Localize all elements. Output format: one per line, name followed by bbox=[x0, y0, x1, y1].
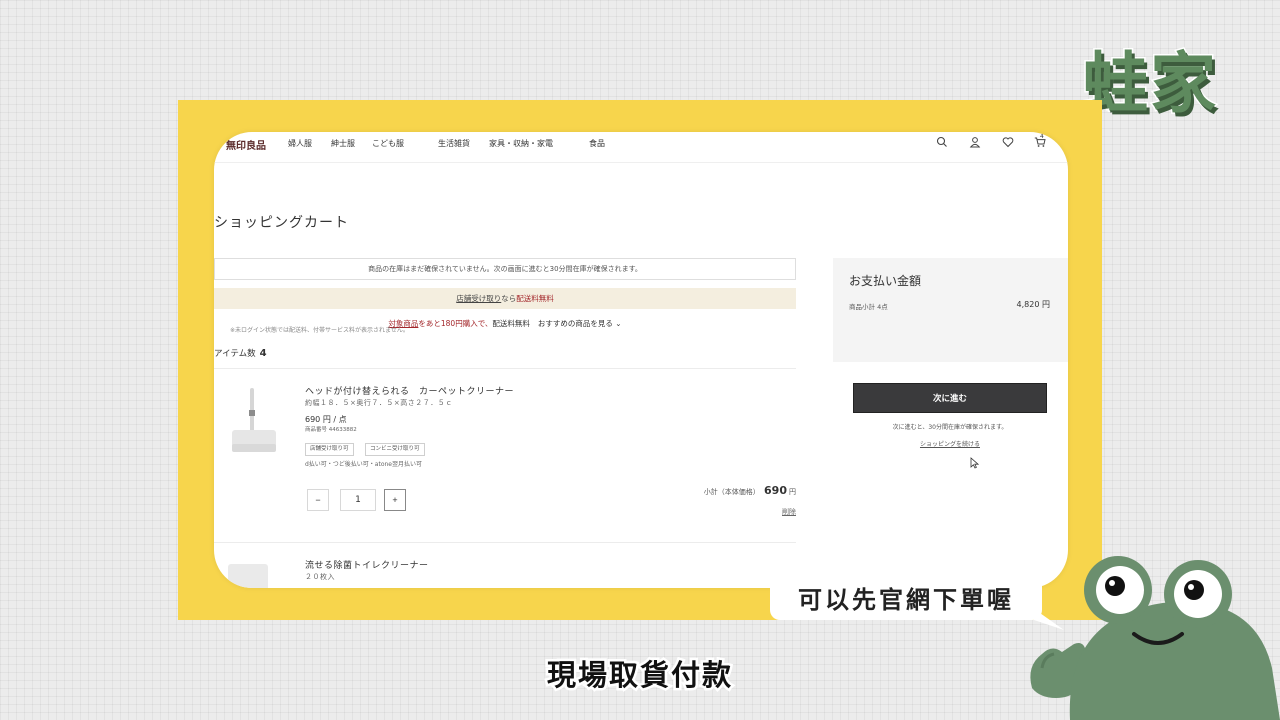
store-pickup-free: 配送料無料 bbox=[516, 294, 554, 303]
channel-logo: 蛙家 bbox=[1081, 44, 1218, 124]
next-button[interactable]: 次に進む bbox=[854, 384, 1046, 412]
item-count-label: アイテム数 bbox=[214, 349, 256, 359]
nav-item-women[interactable]: 婦人服 bbox=[288, 138, 312, 149]
product-size: ２０枚入 bbox=[305, 573, 335, 581]
recommend-link[interactable]: おすすめの商品を見る bbox=[538, 319, 613, 328]
product-code: 商品番号 44633882 bbox=[305, 427, 357, 433]
product-image-toilet-cleaner[interactable] bbox=[228, 564, 268, 588]
product-name[interactable]: 流せる除菌トイレクリーナー bbox=[305, 558, 429, 571]
qty-plus-button[interactable]: + bbox=[384, 489, 406, 511]
qty-input[interactable] bbox=[340, 489, 376, 511]
top-nav: 無印良品 婦人服 紳士服 こども服 生活雑貨 家具・収納・家電 食品 4 bbox=[214, 132, 1068, 163]
summary-title: お支払い金額 bbox=[849, 274, 922, 288]
heart-icon[interactable] bbox=[1002, 136, 1014, 148]
browser-screen: 無印良品 婦人服 紳士服 こども服 生活雑貨 家具・収納・家電 食品 4 ショッ… bbox=[214, 132, 1068, 588]
nav-item-kids[interactable]: こども服 bbox=[372, 138, 404, 149]
subtotal-unit: 円 bbox=[789, 488, 796, 496]
store-pickup-link[interactable]: 店舗受け取り bbox=[456, 293, 501, 304]
item-count-value: 4 bbox=[259, 348, 267, 359]
product-image-carpet-cleaner[interactable] bbox=[228, 384, 280, 456]
summary-subtotal-label: 商品小計 4点 bbox=[849, 303, 888, 311]
store-logo[interactable]: 無印良品 bbox=[226, 137, 266, 152]
product-size: 約幅１８．５×奥行７．５×高さ２７．５ｃ bbox=[305, 399, 453, 407]
divider bbox=[214, 542, 796, 543]
payment-note: d払い可・つど後払い可・atone翌月払い可 bbox=[305, 461, 423, 468]
user-icon[interactable] bbox=[969, 136, 981, 148]
tag-convenience-pickup: コンビニ受け取り可 bbox=[365, 443, 425, 456]
tag-store-pickup: 店舗受け取り可 bbox=[305, 443, 354, 456]
item-subtotal: 小計（本体価格） 690 円 bbox=[704, 484, 796, 497]
divider bbox=[214, 368, 796, 369]
item-count: アイテム数 4 bbox=[214, 347, 267, 359]
speech-bubble: 可以先官網下單喔 bbox=[770, 574, 1042, 620]
mouse-cursor-icon bbox=[970, 454, 980, 469]
product-name[interactable]: ヘッドが付け替えられる カーペットクリーナー bbox=[305, 384, 514, 397]
frog-mascot-icon bbox=[1030, 556, 1280, 720]
nav-item-men[interactable]: 紳士服 bbox=[331, 138, 355, 149]
cart-count-badge: 4 bbox=[1040, 133, 1044, 140]
store-pickup-banner: 店舗受け取り なら 配送料無料 bbox=[214, 288, 796, 309]
stock-notice: 商品の在庫はまだ確保されていません。次の画面に進むと30分間在庫が確保されます。 bbox=[214, 258, 796, 280]
store-pickup-mid: なら bbox=[501, 294, 517, 303]
search-icon[interactable] bbox=[936, 136, 948, 148]
page-title: ショッピングカート bbox=[214, 215, 349, 231]
qty-minus-button[interactable]: − bbox=[307, 489, 329, 511]
delete-item-link[interactable]: 削除 bbox=[782, 507, 796, 517]
subtotal-label: 小計（本体価格） bbox=[703, 488, 760, 496]
subtotal-value: 690 bbox=[764, 484, 787, 497]
chevron-down-icon[interactable]: ⌄ bbox=[615, 319, 621, 328]
product-price: 690 円 / 点 bbox=[305, 415, 347, 424]
summary-subtotal-value: 4,820 円 bbox=[1016, 300, 1050, 309]
next-note: 次に進むと、30分間在庫が確保されます。 bbox=[892, 424, 1008, 431]
continue-shopping-link[interactable]: ショッピングを続ける bbox=[854, 439, 1046, 448]
video-subtitle: 現場取貨付款 bbox=[544, 656, 733, 695]
promo-free: 配送料無料 bbox=[492, 319, 530, 328]
nav-item-furniture[interactable]: 家具・収納・家電 bbox=[489, 138, 553, 149]
nav-item-food[interactable]: 食品 bbox=[589, 138, 605, 149]
summary-note: ※未ログイン状態では配送料、付帯サービス料が表示されません。 bbox=[230, 327, 409, 334]
payment-summary: お支払い金額 商品小計 4点 4,820 円 bbox=[833, 258, 1068, 362]
nav-item-household[interactable]: 生活雑貨 bbox=[438, 138, 470, 149]
